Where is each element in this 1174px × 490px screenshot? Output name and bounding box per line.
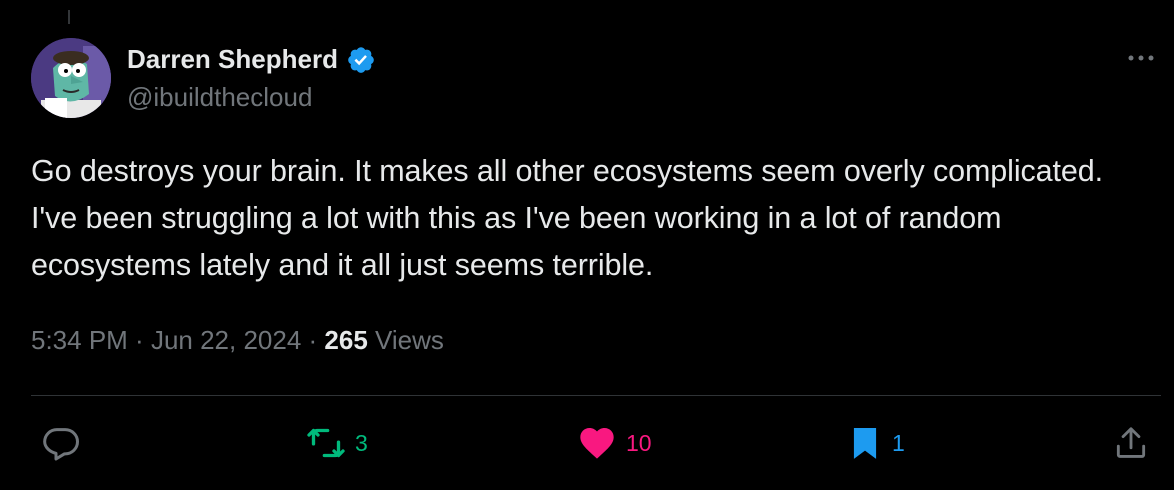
share-button[interactable]: [1112, 422, 1150, 464]
tweet-meta: 5:34 PM · Jun 22, 2024 · 265 Views: [31, 325, 444, 356]
tweet-text: Go destroys your brain. It makes all oth…: [31, 154, 1112, 282]
retweet-button[interactable]: 3: [305, 422, 368, 464]
meta-separator: ·: [301, 325, 325, 355]
reply-icon: [43, 428, 79, 461]
share-icon: [1116, 427, 1146, 458]
retweet-icon: [307, 428, 345, 458]
reply-button[interactable]: [41, 422, 81, 464]
avatar-cartoon-image: [31, 38, 111, 118]
bookmark-count: 1: [892, 429, 905, 456]
like-count: 10: [626, 429, 652, 456]
heart-icon: [580, 428, 614, 459]
views-count[interactable]: 265: [324, 325, 367, 355]
verified-badge-icon: [348, 46, 374, 73]
bookmark-icon: [853, 427, 877, 459]
thread-connector-line: [68, 10, 70, 24]
more-options-icon[interactable]: [1126, 48, 1156, 68]
divider: [31, 395, 1161, 396]
avatar[interactable]: [31, 38, 111, 118]
views-label: Views: [367, 325, 444, 355]
retweet-count: 3: [355, 429, 368, 456]
bookmark-button[interactable]: 1: [846, 422, 905, 464]
author-display-name-row[interactable]: Darren Shepherd: [127, 44, 376, 75]
meta-separator: ·: [127, 325, 151, 355]
like-button[interactable]: 10: [576, 422, 652, 464]
author-handle[interactable]: @ibuildthecloud: [127, 82, 312, 113]
tweet-date[interactable]: Jun 22, 2024: [151, 325, 301, 355]
tweet-time[interactable]: 5:34 PM: [31, 325, 128, 355]
author-display-name[interactable]: Darren Shepherd: [127, 44, 338, 75]
